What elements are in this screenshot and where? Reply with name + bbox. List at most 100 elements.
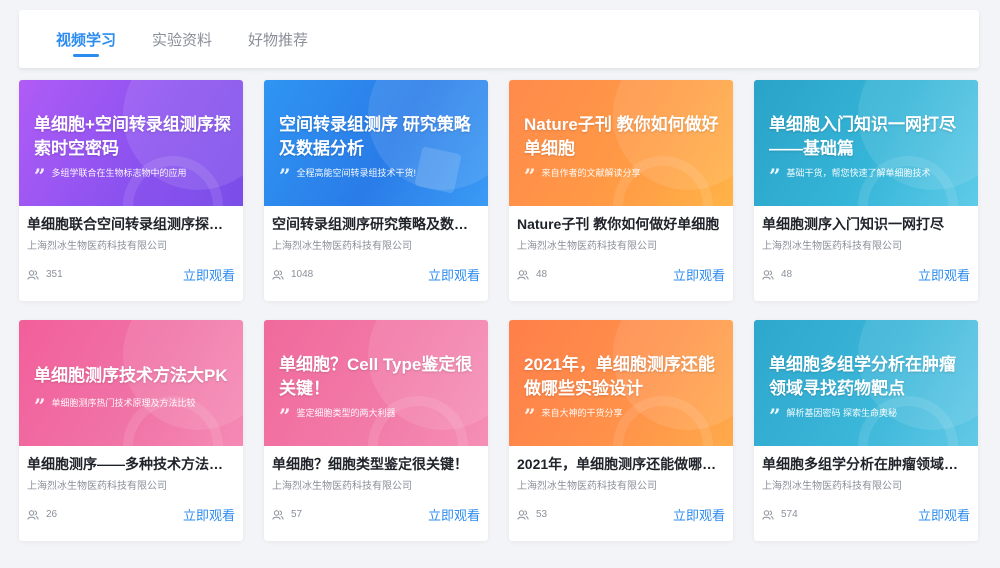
video-cover[interactable]: 单细胞多组学分析在肿瘤领域寻找药物靶点 ” 解析基因密码 探索生命奥秘 bbox=[754, 320, 978, 446]
watch-now-button[interactable]: 立即观看 bbox=[428, 265, 480, 284]
user-group-icon bbox=[27, 269, 39, 280]
video-cover[interactable]: 2021年，单细胞测序还能做哪些实验设计 ” 来自大神的干货分享 bbox=[509, 320, 733, 446]
company-name: 上海烈冰生物医药科技有限公司 bbox=[762, 481, 902, 492]
video-title[interactable]: Nature子刊 教你如何做好单细胞 bbox=[517, 214, 725, 234]
cover-subtitle: ” 全程高能空间转录组技术干货! bbox=[279, 166, 484, 179]
view-count-value: 48 bbox=[781, 269, 793, 280]
tab-recommended-products[interactable]: 好物推荐 bbox=[248, 29, 308, 50]
video-title[interactable]: 空间转录组测序研究策略及数据分析 bbox=[272, 214, 480, 234]
video-title[interactable]: 单细胞？细胞类型鉴定很关键！ bbox=[272, 454, 480, 474]
cover-title: 单细胞+空间转录组测序探索时空密码 bbox=[34, 115, 231, 158]
quote-icon: ” bbox=[279, 166, 291, 179]
view-count: 1048 bbox=[272, 269, 313, 280]
view-count: 351 bbox=[27, 269, 63, 280]
quote-icon: ” bbox=[524, 166, 536, 179]
quote-icon: ” bbox=[769, 166, 781, 179]
quote-icon: ” bbox=[769, 406, 781, 419]
view-count-value: 48 bbox=[536, 269, 548, 280]
video-card[interactable]: 空间转录组测序 研究策略及数据分析 ” 全程高能空间转录组技术干货! 空间转录组测… bbox=[264, 80, 488, 301]
video-title[interactable]: 单细胞多组学分析在肿瘤领域寻找药物靶点 bbox=[762, 454, 970, 474]
view-count-value: 57 bbox=[291, 509, 303, 520]
video-title[interactable]: 单细胞联合空间转录组测序探索时空密码 bbox=[27, 214, 235, 234]
company-name: 上海烈冰生物医药科技有限公司 bbox=[27, 241, 167, 252]
company-name: 上海烈冰生物医药科技有限公司 bbox=[517, 481, 657, 492]
tab-video-learning[interactable]: 视频学习 bbox=[56, 29, 116, 50]
video-cover[interactable]: 单细胞？Cell Type鉴定很关键！ ” 鉴定细胞类型的两大利器 bbox=[264, 320, 488, 446]
view-count-value: 53 bbox=[536, 509, 548, 520]
video-card[interactable]: 单细胞测序技术方法大PK ” 单细胞测序热门技术原理及方法比较 单细胞测序——多种… bbox=[19, 320, 243, 541]
view-count: 48 bbox=[517, 269, 547, 280]
cover-subtitle-text: 基础干货，帮您快速了解单细胞技术 bbox=[786, 168, 931, 178]
cover-subtitle-text: 全程高能空间转录组技术干货! bbox=[296, 168, 417, 178]
cover-title: 单细胞入门知识一网打尽——基础篇 bbox=[769, 115, 956, 158]
view-count-value: 574 bbox=[781, 509, 798, 520]
cover-subtitle-text: 单细胞测序热门技术原理及方法比较 bbox=[51, 398, 196, 408]
view-count: 53 bbox=[517, 509, 547, 520]
view-count-value: 1048 bbox=[291, 269, 314, 280]
cover-subtitle: ” 多组学联合在生物标志物中的应用 bbox=[34, 166, 239, 179]
cover-title: 单细胞多组学分析在肿瘤领域寻找药物靶点 bbox=[769, 355, 956, 398]
watch-now-button[interactable]: 立即观看 bbox=[673, 265, 725, 284]
active-tab-indicator bbox=[73, 54, 99, 57]
company-name: 上海烈冰生物医药科技有限公司 bbox=[517, 241, 657, 252]
watch-now-button[interactable]: 立即观看 bbox=[183, 505, 235, 524]
view-count-value: 26 bbox=[46, 509, 58, 520]
cover-title: 2021年，单细胞测序还能做哪些实验设计 bbox=[524, 355, 715, 398]
user-group-icon bbox=[272, 269, 284, 280]
video-card[interactable]: 单细胞？Cell Type鉴定很关键！ ” 鉴定细胞类型的两大利器 单细胞？细胞类… bbox=[264, 320, 488, 541]
cover-subtitle: ” 单细胞测序热门技术原理及方法比较 bbox=[34, 396, 239, 409]
cover-subtitle-text: 鉴定细胞类型的两大利器 bbox=[296, 408, 396, 418]
view-count: 48 bbox=[762, 269, 792, 280]
video-card[interactable]: 单细胞多组学分析在肿瘤领域寻找药物靶点 ” 解析基因密码 探索生命奥秘 单细胞多组… bbox=[754, 320, 978, 541]
quote-icon: ” bbox=[524, 406, 536, 419]
watch-now-button[interactable]: 立即观看 bbox=[183, 265, 235, 284]
company-name: 上海烈冰生物医药科技有限公司 bbox=[272, 241, 412, 252]
user-group-icon bbox=[272, 509, 284, 520]
video-card[interactable]: 2021年，单细胞测序还能做哪些实验设计 ” 来自大神的干货分享 2021年，单细… bbox=[509, 320, 733, 541]
cover-subtitle: ” 来自作者的文献解读分享 bbox=[524, 166, 729, 179]
user-group-icon bbox=[762, 509, 774, 520]
video-title[interactable]: 2021年，单细胞测序还能做哪些实验设计 bbox=[517, 454, 725, 474]
watch-now-button[interactable]: 立即观看 bbox=[673, 505, 725, 524]
cover-subtitle: ” 基础干货，帮您快速了解单细胞技术 bbox=[769, 166, 974, 179]
quote-icon: ” bbox=[34, 396, 46, 409]
video-title[interactable]: 单细胞测序——多种技术方法大PK bbox=[27, 454, 235, 474]
cover-subtitle-text: 多组学联合在生物标志物中的应用 bbox=[51, 168, 187, 178]
watch-now-button[interactable]: 立即观看 bbox=[918, 505, 970, 524]
video-cover[interactable]: 单细胞入门知识一网打尽——基础篇 ” 基础干货，帮您快速了解单细胞技术 bbox=[754, 80, 978, 206]
quote-icon: ” bbox=[34, 166, 46, 179]
watch-now-button[interactable]: 立即观看 bbox=[428, 505, 480, 524]
video-cover[interactable]: 单细胞测序技术方法大PK ” 单细胞测序热门技术原理及方法比较 bbox=[19, 320, 243, 446]
view-count: 57 bbox=[272, 509, 302, 520]
video-card[interactable]: 单细胞+空间转录组测序探索时空密码 ” 多组学联合在生物标志物中的应用 单细胞联合… bbox=[19, 80, 243, 301]
view-count: 26 bbox=[27, 509, 57, 520]
user-group-icon bbox=[27, 509, 39, 520]
cover-subtitle-text: 来自作者的文献解读分享 bbox=[541, 168, 641, 178]
watch-now-button[interactable]: 立即观看 bbox=[918, 265, 970, 284]
cover-title: 单细胞测序技术方法大PK bbox=[34, 366, 228, 385]
cover-title: Nature子刊 教你如何做好单细胞 bbox=[524, 115, 719, 158]
tab-experiment-materials[interactable]: 实验资料 bbox=[152, 29, 212, 50]
video-cover[interactable]: 单细胞+空间转录组测序探索时空密码 ” 多组学联合在生物标志物中的应用 bbox=[19, 80, 243, 206]
user-group-icon bbox=[762, 269, 774, 280]
quote-icon: ” bbox=[279, 406, 291, 419]
video-title[interactable]: 单细胞测序入门知识一网打尽 bbox=[762, 214, 970, 234]
video-cover[interactable]: Nature子刊 教你如何做好单细胞 ” 来自作者的文献解读分享 bbox=[509, 80, 733, 206]
user-group-icon bbox=[517, 269, 529, 280]
cover-subtitle: ” 鉴定细胞类型的两大利器 bbox=[279, 406, 484, 419]
video-card[interactable]: Nature子刊 教你如何做好单细胞 ” 来自作者的文献解读分享 Nature子刊… bbox=[509, 80, 733, 301]
cover-title: 单细胞？Cell Type鉴定很关键！ bbox=[279, 355, 473, 398]
video-cover[interactable]: 空间转录组测序 研究策略及数据分析 ” 全程高能空间转录组技术干货! bbox=[264, 80, 488, 206]
video-card[interactable]: 单细胞入门知识一网打尽——基础篇 ” 基础干货，帮您快速了解单细胞技术 单细胞测序… bbox=[754, 80, 978, 301]
view-count-value: 351 bbox=[46, 269, 63, 280]
user-group-icon bbox=[517, 509, 529, 520]
company-name: 上海烈冰生物医药科技有限公司 bbox=[272, 481, 412, 492]
view-count: 574 bbox=[762, 509, 798, 520]
cover-subtitle-text: 解析基因密码 探索生命奥秘 bbox=[786, 408, 898, 418]
company-name: 上海烈冰生物医药科技有限公司 bbox=[762, 241, 902, 252]
tab-bar: 视频学习 实验资料 好物推荐 bbox=[19, 10, 979, 68]
cover-title: 空间转录组测序 研究策略及数据分析 bbox=[279, 115, 471, 158]
cover-subtitle: ” 来自大神的干货分享 bbox=[524, 406, 729, 419]
cover-subtitle-text: 来自大神的干货分享 bbox=[541, 408, 623, 418]
company-name: 上海烈冰生物医药科技有限公司 bbox=[27, 481, 167, 492]
